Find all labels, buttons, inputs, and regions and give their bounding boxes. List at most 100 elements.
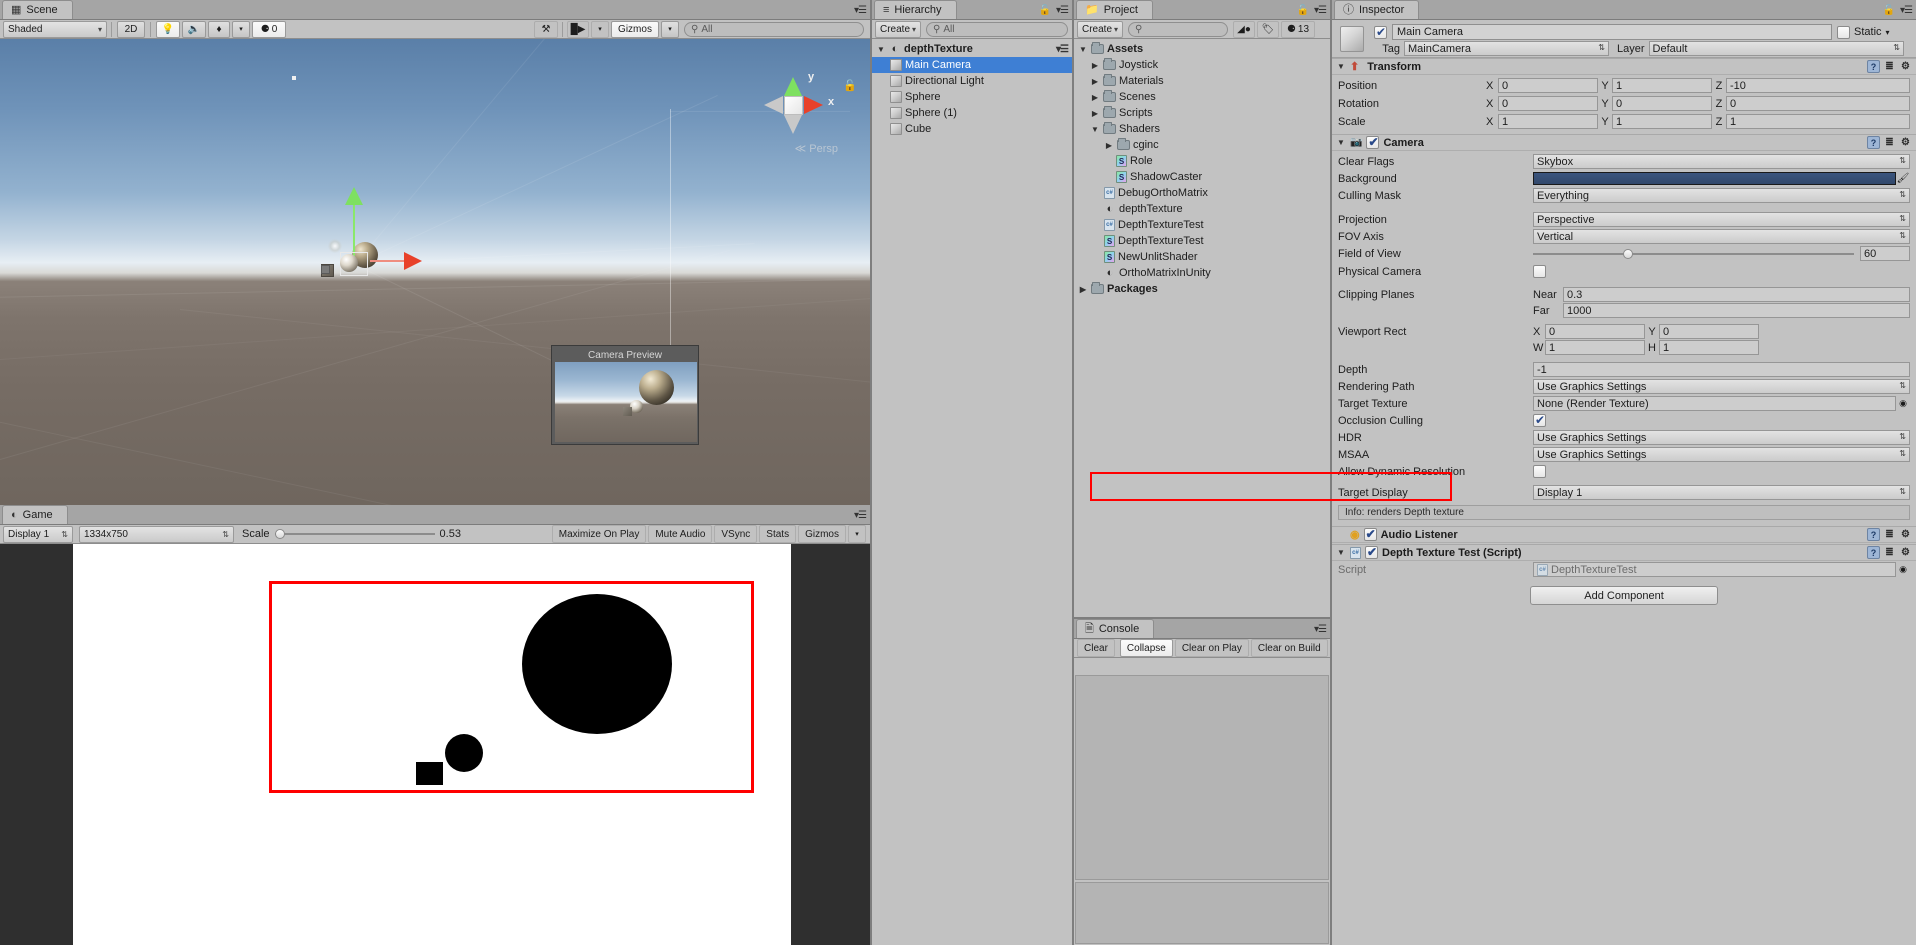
- move-gizmo-y-axis[interactable]: [353, 199, 355, 257]
- msaa-dropdown[interactable]: Use Graphics Settings ⇅: [1533, 447, 1910, 462]
- tab-console[interactable]: 🗎 Console: [1076, 619, 1155, 638]
- chevron-down-icon[interactable]: [1336, 138, 1346, 147]
- console-menu-icon[interactable]: ▾☰: [1314, 624, 1327, 635]
- console-clear-button[interactable]: Clear: [1077, 639, 1115, 657]
- rotation-x-input[interactable]: 0: [1498, 96, 1598, 111]
- mute-audio-button[interactable]: Mute Audio: [648, 525, 713, 543]
- chevron-right-icon[interactable]: [1090, 93, 1100, 102]
- help-icon[interactable]: ?: [1867, 136, 1880, 149]
- scene-context-menu-icon[interactable]: ▾☰: [1056, 44, 1069, 55]
- fov-axis-dropdown[interactable]: Vertical ⇅: [1533, 229, 1910, 244]
- gear-icon[interactable]: ⚙: [1899, 136, 1912, 149]
- chevron-right-icon[interactable]: [1090, 77, 1100, 86]
- viewport-w-input[interactable]: 1: [1545, 340, 1645, 355]
- scene-camera-button[interactable]: █▶: [567, 20, 589, 38]
- component-header-depth-texture-test[interactable]: c# Depth Texture Test (Script) ? ≣ ⚙: [1332, 544, 1916, 561]
- hierarchy-item-sphere[interactable]: Sphere: [872, 89, 1072, 105]
- preset-icon[interactable]: ≣: [1883, 60, 1896, 73]
- gear-icon[interactable]: ⚙: [1899, 60, 1912, 73]
- project-item-shaders[interactable]: Shaders: [1074, 121, 1330, 137]
- toggle-2d-button[interactable]: 2D: [117, 20, 145, 38]
- viewport-h-input[interactable]: 1: [1659, 340, 1759, 355]
- hierarchy-scene-root[interactable]: ◐ depthTexture ▾☰: [872, 41, 1072, 57]
- tab-hierarchy[interactable]: ≡ Hierarchy: [874, 0, 957, 19]
- lock-open-icon[interactable]: 🔓: [1039, 5, 1051, 16]
- stats-button[interactable]: Stats: [759, 525, 797, 543]
- fov-slider-knob[interactable]: [1622, 248, 1633, 259]
- chevron-down-icon[interactable]: ▾: [1886, 28, 1890, 37]
- hierarchy-item-sphere-1[interactable]: Sphere (1): [872, 105, 1072, 121]
- gear-icon[interactable]: ⚙: [1899, 546, 1912, 559]
- component-header-audio-listener[interactable]: ◉ Audio Listener ? ≣ ⚙: [1332, 526, 1916, 543]
- tab-project[interactable]: 📁 Project: [1076, 0, 1153, 19]
- lock-open-icon[interactable]: 🔓: [1883, 5, 1895, 16]
- console-tab-options[interactable]: ▾☰: [1314, 624, 1327, 635]
- static-checkbox[interactable]: [1837, 25, 1850, 39]
- position-y-input[interactable]: 1: [1612, 78, 1712, 93]
- project-item-scenes[interactable]: Scenes: [1074, 89, 1330, 105]
- project-item-newunlitshader[interactable]: S NewUnlitShader: [1074, 249, 1330, 265]
- scene-lighting-toggle[interactable]: 💡: [156, 20, 180, 38]
- scene-tools-button[interactable]: ⚒: [534, 20, 558, 38]
- project-menu-icon[interactable]: ▾☰: [1314, 5, 1327, 16]
- chevron-down-icon[interactable]: [1336, 548, 1346, 557]
- project-item-orthomatrixinunity[interactable]: ◐ OrthoMatrixInUnity: [1074, 265, 1330, 281]
- project-item-depthtexture-scene[interactable]: ◐ depthTexture: [1074, 201, 1330, 217]
- chevron-down-icon[interactable]: [1336, 62, 1346, 71]
- scene-audio-toggle[interactable]: 🔈: [182, 20, 206, 38]
- lock-open-icon[interactable]: 🔓: [1297, 5, 1309, 16]
- scene-fx-toggle[interactable]: ♦: [208, 20, 230, 38]
- layer-dropdown[interactable]: Default ⇅: [1648, 41, 1904, 56]
- audio-listener-enabled-checkbox[interactable]: [1363, 527, 1377, 541]
- hierarchy-item-main-camera[interactable]: Main Camera: [872, 57, 1072, 73]
- scale-slider[interactable]: [274, 529, 435, 539]
- static-toggle[interactable]: Static ▾: [1837, 25, 1890, 39]
- add-component-button[interactable]: Add Component: [1530, 586, 1718, 605]
- tag-dropdown[interactable]: MainCamera ⇅: [1404, 41, 1609, 56]
- tab-inspector[interactable]: ⓘ Inspector: [1334, 0, 1420, 19]
- game-viewport[interactable]: [0, 544, 870, 945]
- hierarchy-item-directional-light[interactable]: Directional Light: [872, 73, 1072, 89]
- hdr-dropdown[interactable]: Use Graphics Settings ⇅: [1533, 430, 1910, 445]
- vsync-button[interactable]: VSync: [714, 525, 758, 543]
- help-icon[interactable]: ?: [1867, 60, 1880, 73]
- scene-viewport[interactable]: y x 🔓 ≪ Persp Camera Preview: [0, 39, 870, 505]
- component-header-icons[interactable]: ? ≣ ⚙: [1867, 136, 1912, 149]
- component-header-transform[interactable]: ⬆ Transform ? ≣ ⚙: [1332, 58, 1916, 75]
- gameobject-enabled-checkbox[interactable]: [1374, 25, 1387, 39]
- scene-light-handle[interactable]: [292, 76, 296, 80]
- rendering-path-dropdown[interactable]: Use Graphics Settings ⇅: [1533, 379, 1910, 394]
- rotation-y-input[interactable]: 0: [1612, 96, 1712, 111]
- game-resolution-dropdown[interactable]: 1334x750 ⇅: [79, 525, 234, 543]
- hierarchy-menu-icon[interactable]: ▾☰: [1056, 5, 1069, 16]
- component-header-icons[interactable]: ? ≣ ⚙: [1867, 528, 1912, 541]
- console-message-list[interactable]: [1075, 675, 1329, 880]
- hierarchy-search-input[interactable]: ⚲ All: [926, 21, 1068, 37]
- viewport-y-input[interactable]: 0: [1659, 324, 1759, 339]
- scene-menu-icon[interactable]: ▾☰: [854, 5, 867, 16]
- scene-hidden-objects[interactable]: ⚈ 0: [252, 20, 286, 38]
- project-search-input[interactable]: ⚲: [1128, 21, 1228, 37]
- rotation-z-input[interactable]: 0: [1726, 96, 1910, 111]
- preset-icon[interactable]: ≣: [1883, 136, 1896, 149]
- target-texture-field[interactable]: None (Render Texture): [1533, 396, 1896, 411]
- chevron-down-icon[interactable]: [1078, 45, 1088, 54]
- orientation-gizmo-y-axis[interactable]: [784, 77, 802, 96]
- object-picker-icon[interactable]: ◉: [1896, 398, 1910, 409]
- fov-value-input[interactable]: 60: [1860, 246, 1910, 261]
- allow-dynamic-resolution-checkbox[interactable]: [1533, 465, 1546, 478]
- orientation-gizmo-cube[interactable]: [784, 96, 803, 115]
- scene-handle-square[interactable]: [321, 265, 330, 274]
- depth-input[interactable]: -1: [1533, 362, 1910, 377]
- project-item-debugorthomatrix[interactable]: c# DebugOrthoMatrix: [1074, 185, 1330, 201]
- project-item-scripts[interactable]: Scripts: [1074, 105, 1330, 121]
- project-create-button[interactable]: Create ▾: [1077, 20, 1123, 38]
- game-gizmos-dropdown[interactable]: ▾: [848, 525, 866, 543]
- gear-icon[interactable]: ⚙: [1899, 528, 1912, 541]
- tab-game[interactable]: ◐ Game: [2, 505, 68, 524]
- move-gizmo-x-cone[interactable]: [404, 252, 422, 270]
- scale-x-input[interactable]: 1: [1498, 114, 1598, 129]
- console-clear-on-play-button[interactable]: Clear on Play: [1174, 639, 1249, 657]
- project-item-materials[interactable]: Materials: [1074, 73, 1330, 89]
- chevron-down-icon[interactable]: [1090, 125, 1100, 134]
